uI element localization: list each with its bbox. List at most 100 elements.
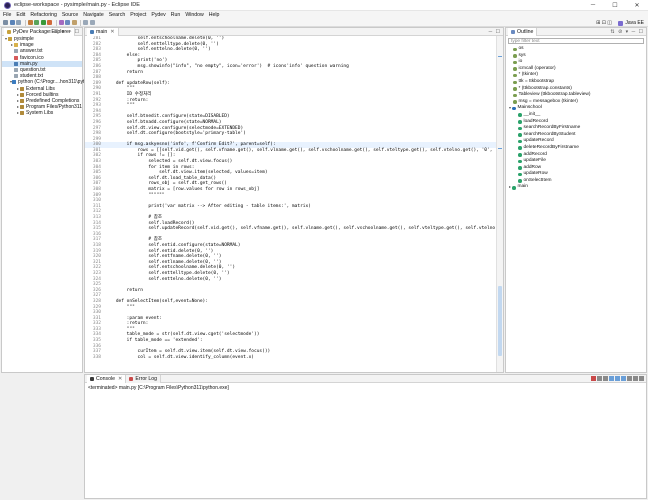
menu-search[interactable]: Search bbox=[109, 12, 125, 18]
menu-help[interactable]: Help bbox=[209, 12, 220, 18]
scroll-lock-icon[interactable] bbox=[609, 376, 614, 381]
back-icon[interactable] bbox=[83, 20, 88, 25]
outline-item[interactable]: deleteRecordByFirstname bbox=[506, 145, 646, 152]
minimize-button[interactable]: ─ bbox=[582, 0, 604, 11]
outline-item-label: main bbox=[517, 184, 528, 190]
scrollbar-thumb[interactable] bbox=[498, 286, 502, 356]
build-icon[interactable] bbox=[27, 20, 33, 25]
outline-item-label: deleteRecordByFirstname bbox=[523, 144, 579, 150]
toolbar-separator bbox=[80, 19, 81, 26]
menu-source[interactable]: Source bbox=[62, 12, 78, 18]
outline-item[interactable]: * (tkinter) bbox=[506, 72, 646, 79]
outline-filter-input[interactable]: type filter text bbox=[508, 38, 644, 44]
library-icon bbox=[19, 105, 24, 110]
maximize-icon[interactable] bbox=[639, 376, 644, 381]
outline-item[interactable]: ttk = ttkbootstrap bbox=[506, 79, 646, 86]
outline-panel: Outline ⇅ ⊘ ▾ ─ ☐ type filter text os sys… bbox=[505, 27, 647, 373]
file-icon bbox=[14, 49, 18, 54]
outline-item[interactable]: os bbox=[506, 46, 646, 53]
outline-item[interactable]: ▾ Mainschool bbox=[506, 105, 646, 112]
remove-launch-icon[interactable] bbox=[597, 376, 602, 381]
code-editor[interactable]: 281 self.entschoolname.delete(0, '') 282 … bbox=[85, 36, 496, 372]
new-icon[interactable] bbox=[3, 20, 8, 25]
interpreter-icon bbox=[12, 80, 17, 85]
tab-outline[interactable]: Outline bbox=[508, 27, 538, 36]
folder-icon bbox=[14, 43, 18, 48]
outline-item-label: updateFile bbox=[523, 158, 546, 164]
console-status-line: <terminated> main.py [C:\Program Files\P… bbox=[88, 385, 229, 391]
outline-item-label: os bbox=[518, 46, 524, 51]
file-icon bbox=[14, 74, 18, 79]
menu-pydev[interactable]: Pydev bbox=[151, 12, 165, 18]
outline-item-label: Mainschool bbox=[517, 105, 542, 111]
terminate-icon[interactable] bbox=[591, 376, 596, 381]
outline-item[interactable]: sys bbox=[506, 53, 646, 60]
menu-project[interactable]: Project bbox=[130, 12, 146, 18]
tab-close-icon[interactable]: ✕ bbox=[118, 376, 122, 382]
line-code: return bbox=[105, 287, 143, 293]
console-panel: Console ✕ Error Log <terminated> main.py… bbox=[84, 374, 647, 499]
save-icon[interactable] bbox=[9, 20, 15, 25]
tab-console[interactable]: Console ✕ bbox=[87, 374, 127, 383]
main-toolbar: ⊞ ⊡ ◫ Java EE bbox=[0, 19, 648, 27]
method-icon bbox=[518, 126, 522, 131]
method-icon bbox=[518, 146, 522, 150]
outline-item[interactable]: searchRecordByFirstname bbox=[506, 125, 646, 132]
overview-marker bbox=[498, 56, 502, 57]
python-file-icon bbox=[90, 29, 94, 34]
clear-console-icon[interactable] bbox=[603, 376, 608, 381]
minimize-icon[interactable] bbox=[633, 376, 638, 381]
window-title: eclipse-workspace - pysimple/main.py - E… bbox=[14, 2, 140, 8]
new-class-icon[interactable] bbox=[58, 20, 64, 25]
line-code: if table_mode == 'extended': bbox=[105, 338, 203, 344]
display-console-icon[interactable] bbox=[621, 376, 626, 381]
editor-view-controls[interactable]: ─ ☐ bbox=[489, 29, 501, 35]
save-all-icon[interactable] bbox=[16, 20, 21, 25]
outline-item[interactable]: ▸ main bbox=[506, 184, 646, 191]
tab-error-log[interactable]: Error Log bbox=[126, 374, 162, 383]
editor-scrollbar[interactable] bbox=[496, 36, 503, 372]
tab-label: Error Log bbox=[135, 375, 158, 382]
import-icon bbox=[513, 100, 517, 104]
code-line[interactable]: 315 self.updateRecord(self.vid.get(), se… bbox=[85, 226, 496, 232]
maximize-button[interactable]: ☐ bbox=[604, 0, 626, 11]
explorer-tree: ▾ pysimple ▸ image answer.txt favicon.ico main… bbox=[2, 36, 104, 116]
quick-access[interactable]: ⊞ ⊡ ◫ bbox=[596, 20, 612, 26]
menu-run[interactable]: Run bbox=[171, 12, 181, 18]
explorer-view-controls[interactable]: □ ⊟ ▾ ─ ☐ bbox=[48, 29, 80, 35]
open-console-icon[interactable] bbox=[627, 376, 632, 381]
forward-icon[interactable] bbox=[89, 20, 95, 25]
outline-item[interactable]: __init__ bbox=[506, 112, 646, 119]
debug-icon[interactable] bbox=[34, 20, 39, 25]
console-icon bbox=[90, 376, 94, 381]
code-line[interactable]: 338 col = self.dt.view.identify_column(e… bbox=[85, 355, 496, 361]
tab-label: Outline bbox=[517, 28, 534, 35]
search-icon[interactable] bbox=[71, 20, 77, 25]
external-tools-icon[interactable] bbox=[47, 20, 52, 25]
explorer-item[interactable]: ▸ System Libs bbox=[2, 110, 82, 116]
menu-edit[interactable]: Edit bbox=[16, 12, 25, 18]
menu-refactoring[interactable]: Refactoring bbox=[30, 12, 57, 18]
close-button[interactable]: ✕ bbox=[626, 0, 648, 11]
outline-item[interactable]: updateRecord bbox=[506, 138, 646, 145]
outline-item-label: searchRecordByFirstname bbox=[523, 125, 581, 131]
tab-close-icon[interactable]: ✕ bbox=[110, 29, 114, 35]
console-toolbar bbox=[591, 376, 644, 381]
run-icon[interactable] bbox=[40, 20, 46, 25]
outline-item[interactable]: io bbox=[506, 59, 646, 66]
outline-item[interactable]: updateFile bbox=[506, 158, 646, 165]
menu-file[interactable]: File bbox=[3, 12, 11, 18]
menu-navigate[interactable]: Navigate bbox=[83, 12, 103, 18]
package-explorer-icon bbox=[7, 29, 11, 34]
outline-view-controls[interactable]: ⇅ ⊘ ▾ ─ ☐ bbox=[611, 29, 644, 35]
perspective-switcher[interactable]: Java EE bbox=[618, 20, 644, 26]
menu-bar: File Edit Refactoring Source Navigate Search P… bbox=[0, 11, 648, 19]
outline-item[interactable]: updateRow bbox=[506, 171, 646, 178]
menu-window[interactable]: Window bbox=[185, 12, 203, 18]
python-file-icon bbox=[14, 61, 18, 66]
open-type-icon[interactable] bbox=[65, 20, 70, 25]
tab-main-py[interactable]: main ✕ bbox=[87, 27, 119, 36]
outline-item[interactable]: Tableview (ttkbootstrap.tableview) bbox=[506, 92, 646, 99]
outline-item-label: updateRow bbox=[523, 171, 548, 177]
pin-console-icon[interactable] bbox=[615, 376, 620, 381]
